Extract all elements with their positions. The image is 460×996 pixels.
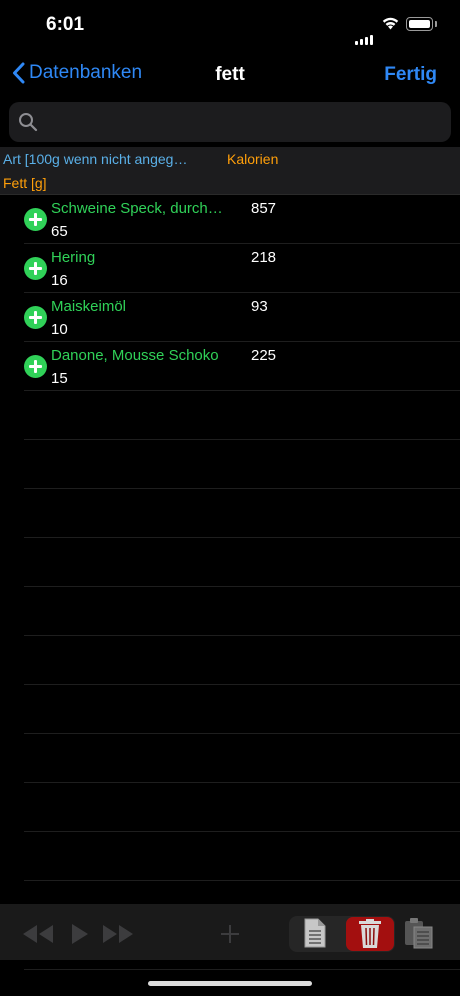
row-fett: 15: [51, 370, 68, 387]
add-circle-icon[interactable]: [24, 355, 47, 378]
empty-row: [24, 489, 460, 538]
delete-button[interactable]: [346, 917, 394, 951]
empty-row: [24, 636, 460, 685]
fast-forward-icon[interactable]: [101, 923, 135, 950]
empty-row: [24, 538, 460, 587]
search-bar: [0, 98, 460, 146]
play-icon[interactable]: [70, 923, 90, 950]
empty-row: [24, 685, 460, 734]
column-header-kalorien[interactable]: Kalorien: [227, 151, 278, 167]
divider: [24, 969, 460, 970]
clipboard-icon[interactable]: [404, 917, 434, 954]
table-header: Art [100g wenn nicht angeg… Kalorien Fet…: [0, 147, 460, 195]
column-header-fett[interactable]: Fett [g]: [3, 175, 47, 191]
row-kalorien: 225: [251, 347, 277, 364]
cellular-signal-icon: [355, 27, 375, 45]
food-list: Schweine Speck, durch… 857 65 Hering 218…: [0, 195, 460, 881]
empty-row: [24, 734, 460, 783]
battery-icon: [406, 17, 437, 31]
row-fett: 16: [51, 272, 68, 289]
empty-row: [24, 391, 460, 440]
empty-row: [24, 587, 460, 636]
table-row[interactable]: Schweine Speck, durch… 857 65: [24, 195, 460, 244]
empty-row: [24, 783, 460, 832]
row-name: Maiskeimöl: [51, 298, 127, 315]
table-row[interactable]: Hering 218 16: [24, 244, 460, 293]
row-fett: 10: [51, 321, 68, 338]
row-kalorien: 93: [251, 298, 268, 315]
trash-icon: [359, 919, 381, 948]
row-kalorien: 857: [251, 200, 277, 217]
navigation-bar: Datenbanken fett Fertig: [0, 50, 460, 98]
column-header-art[interactable]: Art [100g wenn nicht angeg…: [3, 151, 187, 167]
search-field-container[interactable]: [9, 102, 451, 144]
table-row[interactable]: Danone, Mousse Schoko 225 15: [24, 342, 460, 391]
home-area: [0, 960, 460, 996]
search-icon: [19, 113, 38, 132]
document-icon[interactable]: [303, 917, 327, 954]
rewind-icon[interactable]: [21, 923, 55, 950]
row-fett: 65: [51, 223, 68, 240]
row-name: Hering: [51, 249, 96, 266]
row-name: Danone, Mousse Schoko: [51, 347, 219, 364]
search-input[interactable]: [45, 102, 444, 144]
add-icon[interactable]: [219, 923, 241, 950]
empty-row: [24, 832, 460, 881]
done-button[interactable]: Fertig: [384, 64, 437, 86]
bottom-toolbar: [0, 904, 460, 960]
wifi-icon: [381, 16, 400, 35]
table-row[interactable]: Maiskeimöl 93 10: [24, 293, 460, 342]
home-indicator[interactable]: [148, 981, 312, 986]
empty-row: [24, 440, 460, 489]
add-circle-icon[interactable]: [24, 306, 47, 329]
row-name: Schweine Speck, durch…: [51, 200, 223, 217]
add-circle-icon[interactable]: [24, 257, 47, 280]
status-bar: 6:01: [0, 0, 460, 50]
status-time: 6:01: [46, 14, 85, 35]
add-circle-icon[interactable]: [24, 208, 47, 231]
row-kalorien: 218: [251, 249, 277, 266]
